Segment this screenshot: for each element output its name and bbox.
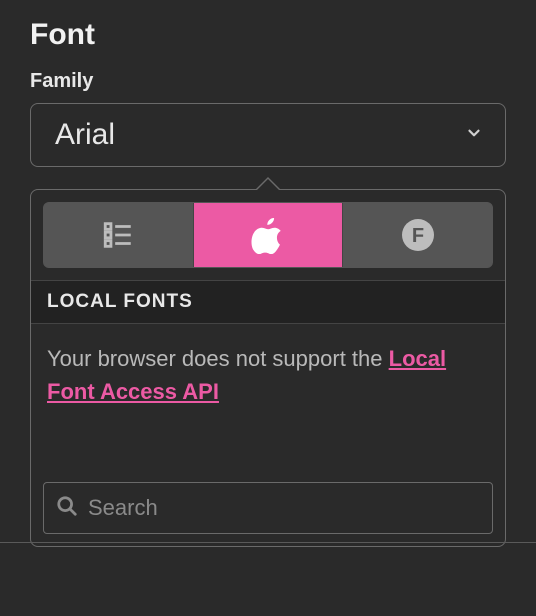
message-text: Your browser does not support the xyxy=(47,346,389,371)
font-source-tabs: F xyxy=(43,202,493,268)
svg-text:F: F xyxy=(412,225,424,247)
font-search-row[interactable] xyxy=(43,482,493,534)
popover-arrow xyxy=(256,177,280,189)
family-label: Family xyxy=(30,70,506,93)
font-family-value: Arial xyxy=(55,118,115,152)
panel-divider xyxy=(0,542,536,543)
font-family-select[interactable]: Arial xyxy=(30,103,506,167)
local-fonts-message: Your browser does not support the Local … xyxy=(31,324,505,474)
apple-icon xyxy=(251,216,285,254)
search-icon xyxy=(56,495,78,522)
tab-system-fonts[interactable] xyxy=(193,203,343,267)
chevron-down-icon xyxy=(465,124,483,147)
font-picker-popover: F LOCAL FONTS Your browser does not supp… xyxy=(30,189,506,547)
local-fonts-heading: LOCAL FONTS xyxy=(31,280,505,324)
section-title: Font xyxy=(30,18,506,52)
font-badge-icon: F xyxy=(400,217,436,253)
tab-font-list[interactable] xyxy=(44,203,193,267)
list-icon xyxy=(101,218,135,252)
tab-custom-fonts[interactable]: F xyxy=(342,203,492,267)
font-search-input[interactable] xyxy=(88,495,480,521)
